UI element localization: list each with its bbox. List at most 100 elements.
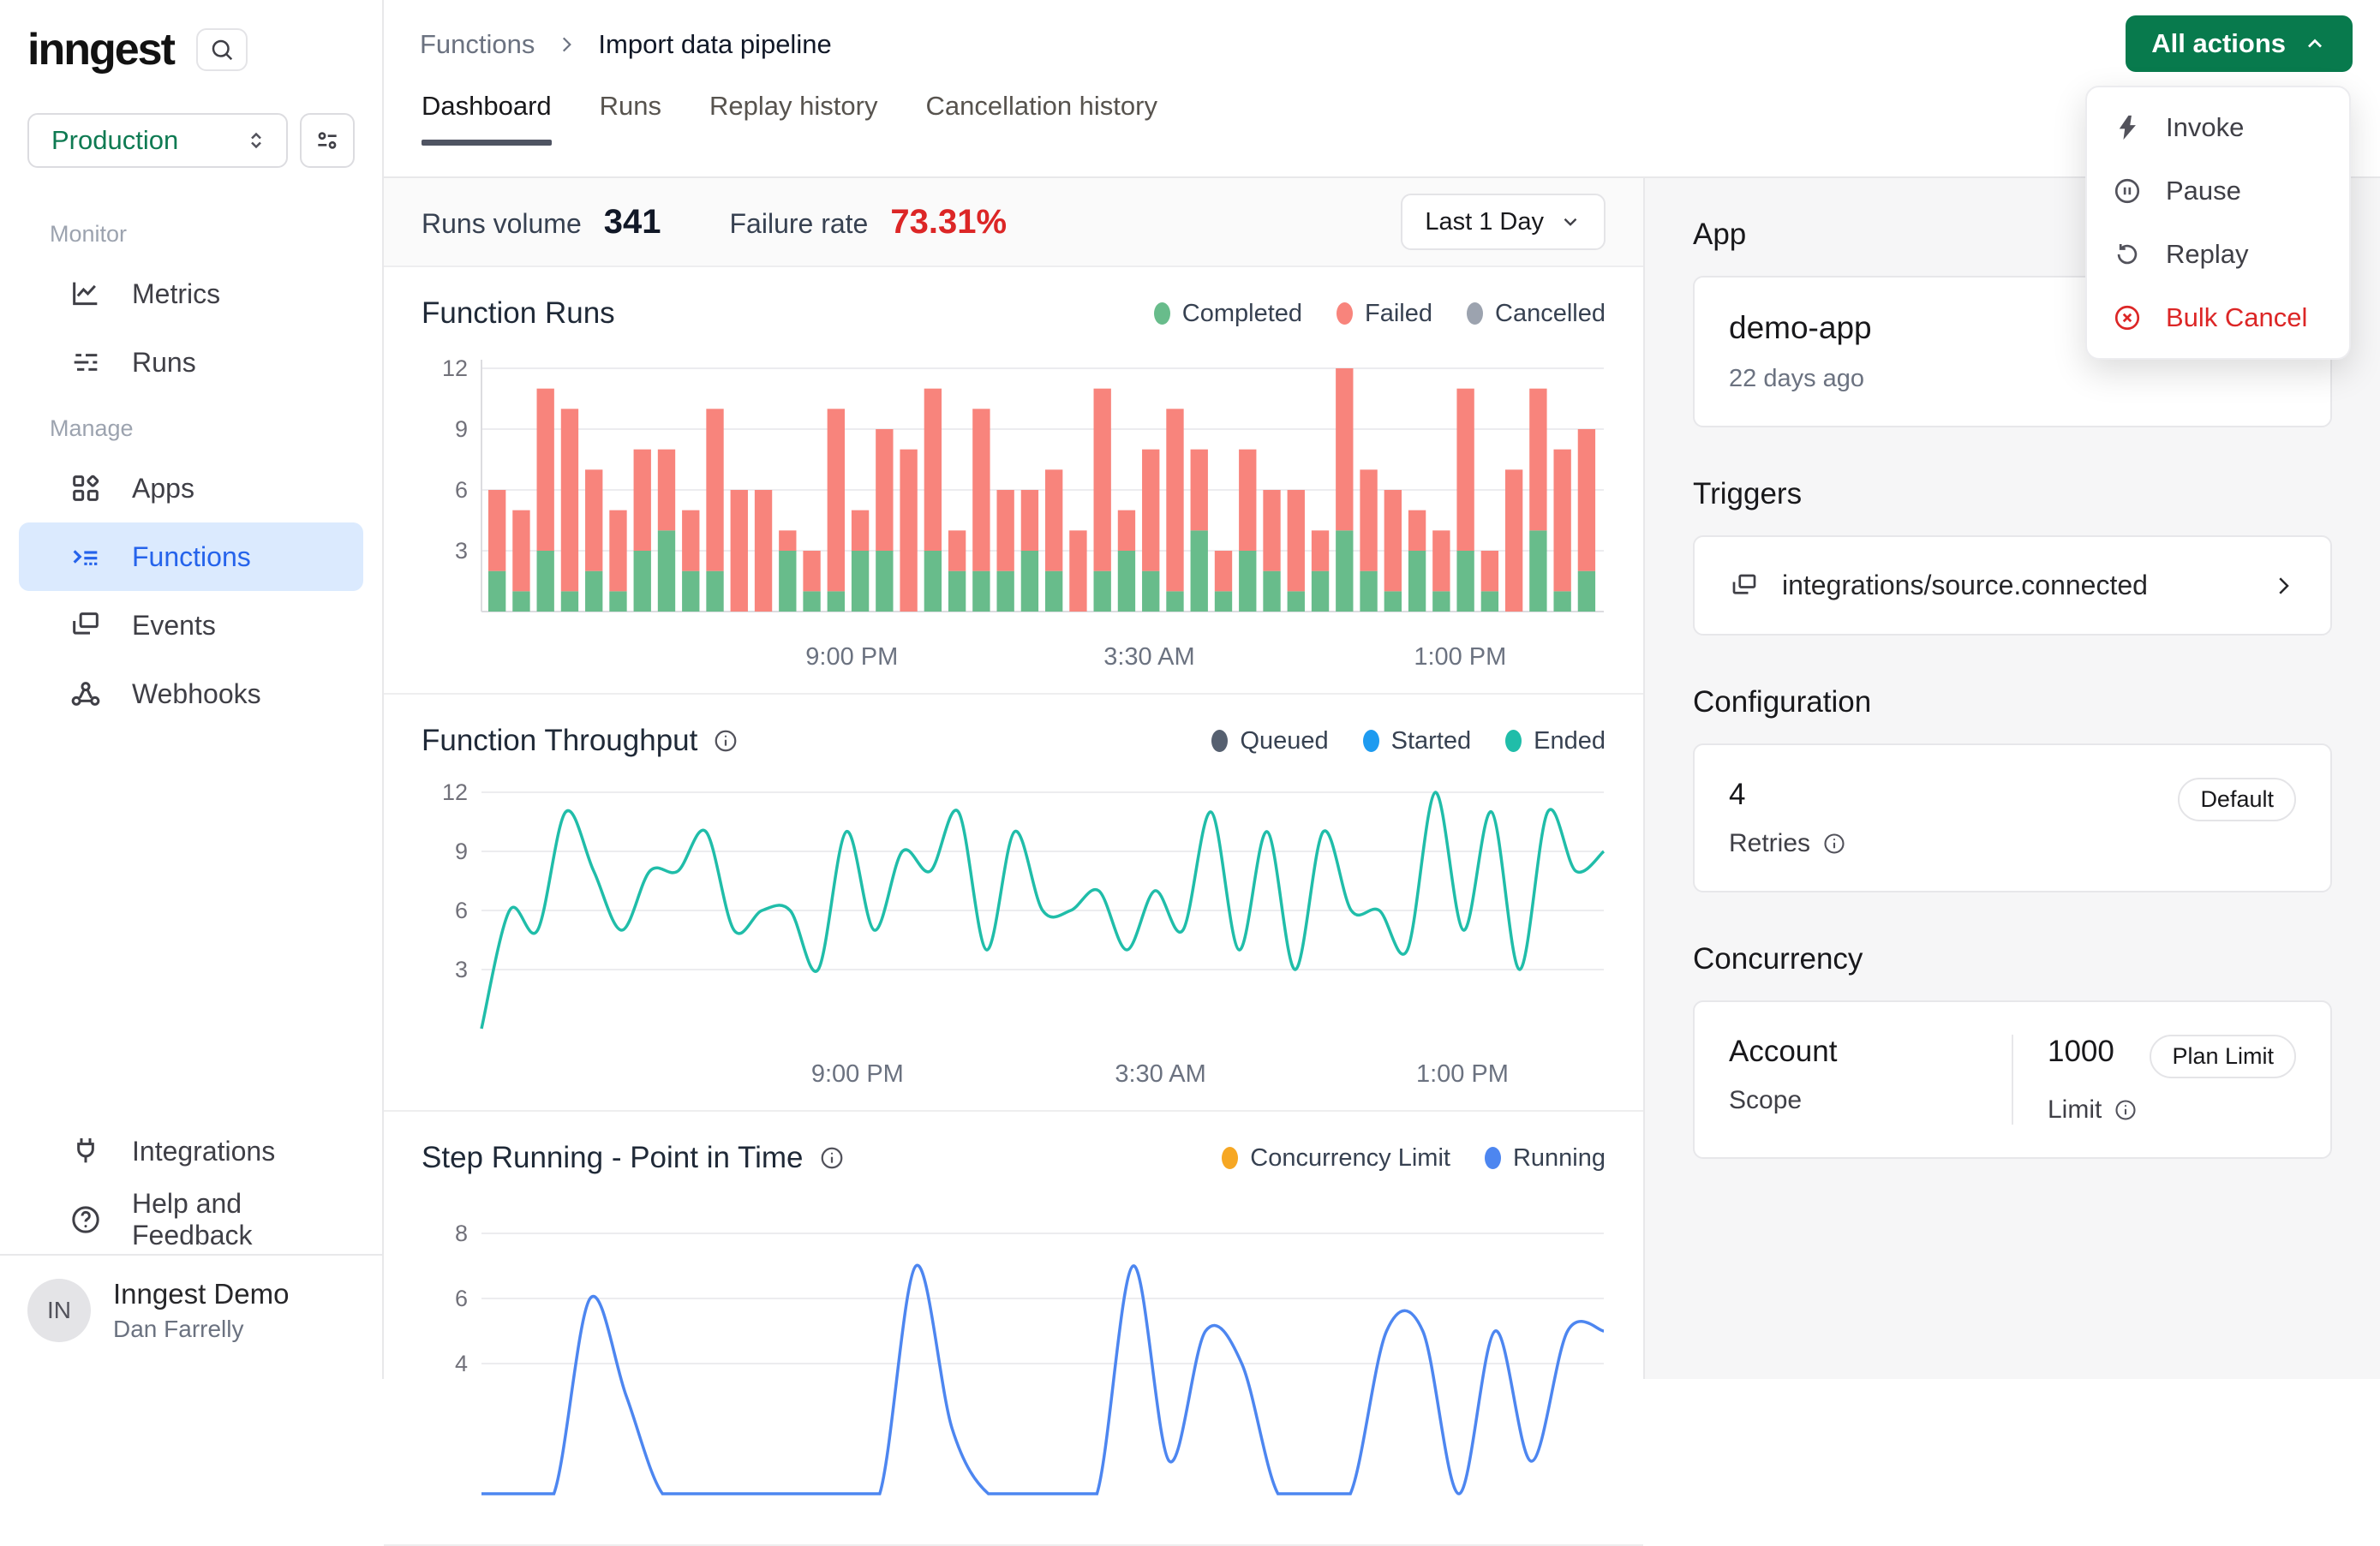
svg-text:6: 6 — [455, 1286, 468, 1311]
org-name: Inngest Demo — [113, 1278, 289, 1310]
menu-item-invoke[interactable]: Invoke — [2087, 96, 2349, 159]
stat-value: 341 — [604, 203, 661, 242]
nav-section-manage: Manage — [0, 397, 382, 454]
legend-item[interactable]: Ended — [1505, 727, 1606, 755]
chevron-down-icon — [1559, 211, 1582, 233]
apps-icon — [69, 471, 103, 505]
retries-card: 4 Retries Default — [1693, 743, 2332, 892]
inngest-logo: inngest — [27, 24, 174, 75]
user-profile[interactable]: IN Inngest Demo Dan Farrelly — [0, 1254, 382, 1365]
menu-item-label: Invoke — [2166, 112, 2244, 143]
plan-limit-badge: Plan Limit — [2150, 1035, 2296, 1078]
stat-value: 73.31% — [890, 203, 1007, 242]
breadcrumb-current: Import data pipeline — [598, 29, 831, 60]
retries-value: 4 — [1729, 778, 1846, 812]
legend-label: Running — [1513, 1144, 1606, 1173]
sidebar-item-label: Metrics — [132, 278, 220, 310]
function-runs-title: Function Runs — [422, 296, 615, 331]
sidebar-item-metrics[interactable]: Metrics — [19, 260, 363, 328]
function-runs-card: Function Runs CompletedFailedCancelled 3… — [384, 267, 1643, 695]
info-icon[interactable] — [2114, 1098, 2138, 1122]
step-running-legend: Concurrency Limit Running — [1222, 1144, 1606, 1173]
sidebar-item-functions[interactable]: Functions — [19, 522, 363, 591]
help-icon — [69, 1203, 103, 1237]
stats-band: Runs volume 341 Failure rate 73.31% Last… — [384, 178, 1643, 267]
sidebar-item-label: Help and Feedback — [132, 1188, 363, 1251]
info-icon[interactable] — [819, 1145, 845, 1171]
sidebar-nav: Monitor Metrics Runs Manage Apps Functio… — [0, 202, 382, 728]
concurrency-card: Account Scope 1000 Plan Limit Limit — [1693, 1000, 2332, 1159]
step-running-card: Step Running - Point in Time Concurrency… — [384, 1112, 1643, 1546]
svg-text:3: 3 — [455, 957, 468, 982]
concurrency-scope-value: Account — [1729, 1035, 1977, 1069]
trigger-card[interactable]: integrations/source.connected — [1693, 535, 2332, 636]
time-range-select[interactable]: Last 1 Day — [1401, 194, 1606, 250]
configuration-heading: Configuration — [1693, 685, 2332, 719]
legend-item[interactable]: Completed — [1154, 300, 1302, 328]
tab-dashboard[interactable]: Dashboard — [422, 91, 552, 144]
environment-select[interactable]: Production — [27, 113, 288, 168]
legend-item[interactable]: Started — [1363, 727, 1472, 755]
function-runs-legend: Completed Failed Cancelled — [1154, 300, 1606, 328]
app-synced: 22 days ago — [1729, 365, 2296, 393]
legend-item[interactable]: Concurrency Limit — [1222, 1144, 1450, 1173]
legend-item[interactable]: Failed — [1337, 300, 1432, 328]
legend-dot — [1337, 302, 1353, 325]
runs-list-icon — [69, 345, 103, 379]
info-icon[interactable] — [713, 728, 739, 754]
svg-text:9:00 PM: 9:00 PM — [805, 643, 898, 671]
sidebar-item-integrations[interactable]: Integrations — [19, 1117, 363, 1185]
legend-dot — [1211, 730, 1228, 752]
env-settings-button[interactable] — [300, 113, 355, 168]
all-actions-label: All actions — [2151, 28, 2286, 59]
sidebar-item-help[interactable]: Help and Feedback — [19, 1185, 363, 1254]
user-name: Dan Farrelly — [113, 1316, 289, 1343]
legend-item[interactable]: Cancelled — [1467, 300, 1606, 328]
sidebar-item-events[interactable]: Events — [19, 591, 363, 660]
bolt-icon — [2113, 113, 2142, 142]
function-runs-chart: 369129:00 PM3:30 AM1:00 PM — [422, 331, 1606, 688]
svg-text:4: 4 — [455, 1351, 468, 1376]
sidebar-item-label: Apps — [132, 473, 194, 504]
tab-cancellation-history[interactable]: Cancellation history — [925, 91, 1157, 144]
search-button[interactable] — [196, 28, 248, 71]
info-icon[interactable] — [1822, 832, 1846, 856]
sidebar-item-webhooks[interactable]: Webhooks — [19, 660, 363, 728]
event-icon — [1729, 570, 1760, 601]
legend-dot — [1363, 730, 1379, 752]
legend-dot — [1505, 730, 1522, 752]
events-icon — [69, 608, 103, 642]
function-throughput-legend: Queued Started Ended — [1211, 727, 1606, 755]
svg-text:6: 6 — [455, 477, 468, 503]
breadcrumb-functions[interactable]: Functions — [420, 29, 535, 60]
metrics-icon — [69, 277, 103, 311]
sidebar-item-label: Runs — [132, 347, 196, 379]
retries-label: Retries — [1729, 829, 1810, 858]
plug-icon — [69, 1134, 103, 1168]
chevron-updown-icon — [243, 128, 269, 153]
all-actions-button[interactable]: All actions — [2126, 15, 2353, 72]
tab-bar: Dashboard Runs Replay history Cancellati… — [384, 60, 2380, 144]
legend-item[interactable]: Running — [1485, 1144, 1606, 1173]
chevron-up-icon — [2303, 32, 2327, 56]
sidebar-item-runs[interactable]: Runs — [19, 328, 363, 397]
time-range-value: Last 1 Day — [1425, 208, 1544, 236]
trigger-event-name: integrations/source.connected — [1782, 570, 2148, 601]
chevron-right-icon — [2270, 573, 2296, 599]
sidebar-item-label: Functions — [132, 541, 251, 573]
tab-runs[interactable]: Runs — [600, 91, 661, 144]
sidebar-item-label: Integrations — [132, 1136, 275, 1167]
svg-text:12: 12 — [442, 355, 468, 381]
function-throughput-title: Function Throughput — [422, 724, 697, 758]
charts-column: Runs volume 341 Failure rate 73.31% Last… — [384, 178, 1645, 1379]
legend-label: Concurrency Limit — [1250, 1144, 1450, 1173]
sidebar-item-apps[interactable]: Apps — [19, 454, 363, 522]
menu-item-pause[interactable]: Pause — [2087, 159, 2349, 223]
menu-item-replay[interactable]: Replay — [2087, 223, 2349, 286]
stat-runs-volume: Runs volume 341 — [422, 203, 661, 242]
function-throughput-chart: 369129:00 PM3:30 AM1:00 PM — [422, 758, 1606, 1105]
menu-item-bulk-cancel[interactable]: Bulk Cancel — [2087, 286, 2349, 349]
legend-item[interactable]: Queued — [1211, 727, 1328, 755]
legend-label: Started — [1391, 727, 1472, 755]
tab-replay-history[interactable]: Replay history — [709, 91, 877, 144]
